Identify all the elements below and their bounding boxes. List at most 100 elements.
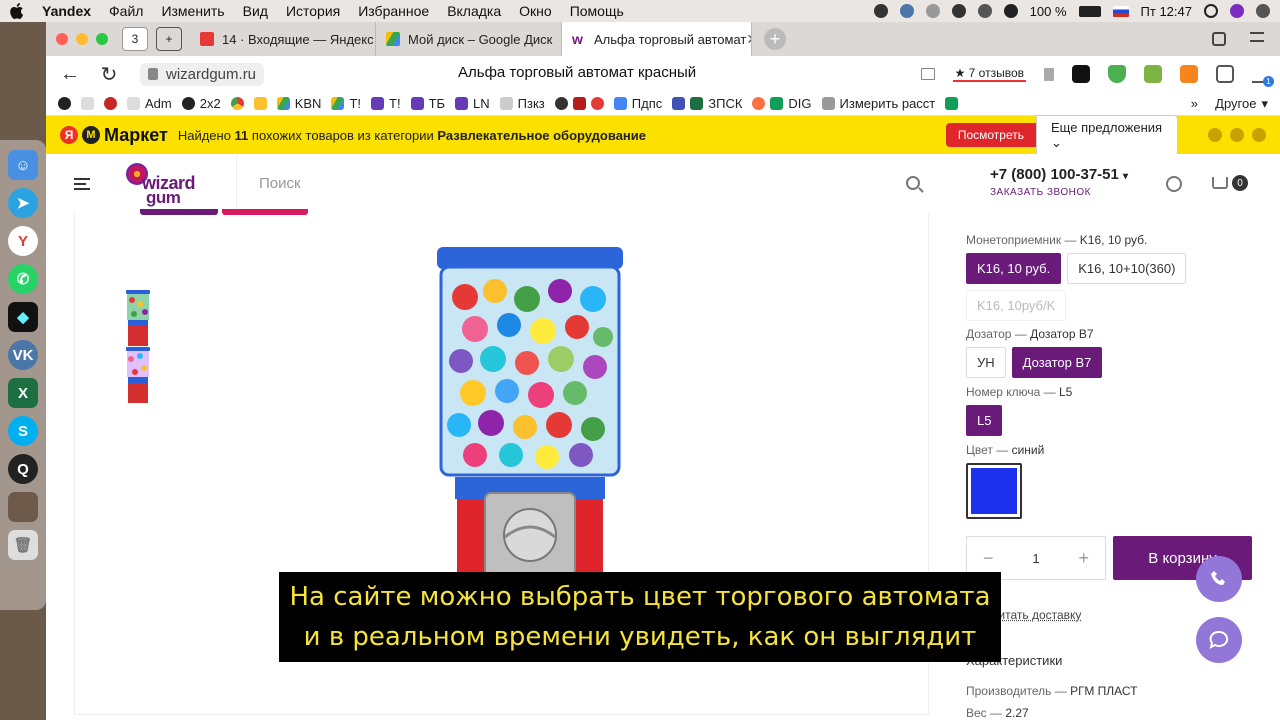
search-input[interactable]: Поиск [236,153,936,214]
filmora-icon[interactable]: ◆ [8,302,38,332]
close-icon[interactable] [1252,128,1266,142]
telegram-status-icon[interactable] [951,4,966,18]
back-button[interactable]: ← [60,63,80,86]
menu-history[interactable]: История [286,3,340,19]
phone-number[interactable]: +7 (800) 100-37-51 [990,166,1119,183]
quicktime-icon[interactable]: Q [8,454,38,484]
excel-icon[interactable]: X [8,378,38,408]
dispenser-option-b7[interactable]: Дозатор B7 [1011,347,1103,378]
bookmark-2x2-a[interactable] [81,97,94,110]
search-icon[interactable] [906,175,920,190]
yandex-browser-icon[interactable]: Y [8,226,38,256]
coin-option-k16-10-10[interactable]: K16, 10+10(360) [1067,253,1187,284]
bookmark-yellow[interactable] [253,97,267,110]
coin-option-k16-10[interactable]: K16, 10 руб. [966,253,1062,284]
bookmark-measure[interactable]: Измерить расст [821,96,935,111]
siri-icon[interactable] [1230,4,1244,18]
vk-icon[interactable]: VK [8,340,38,370]
user-photo-icon[interactable] [8,492,38,522]
call-button[interactable] [1196,556,1242,602]
menu-app-name[interactable]: Yandex [42,3,91,19]
minimize-window-button[interactable] [76,33,88,45]
bookmark-2x2[interactable]: 2x2 [181,96,221,111]
bluetooth-icon[interactable] [977,4,992,18]
menu-view[interactable]: Вид [243,3,268,19]
dispenser-option-un[interactable]: УН [966,347,1006,378]
clock[interactable]: Пт 12:47 [1141,4,1192,19]
phone-block[interactable]: +7 (800) 100-37-51 ▾ ЗАКАЗАТЬ ЗВОНОК [990,166,1128,198]
callback-link[interactable]: ЗАКАЗАТЬ ЗВОНОК [990,187,1128,198]
minus-icon[interactable]: − [983,548,994,569]
market-more-dropdown[interactable]: Еще предложения ⌄ [1036,114,1178,156]
apple-icon[interactable] [10,3,24,19]
adguard-shield-icon[interactable] [1108,65,1126,83]
thumbnail-2[interactable] [125,347,151,403]
new-tab-button[interactable]: + [764,28,786,50]
spotlight-search-icon[interactable] [1204,4,1218,18]
reload-button[interactable]: ↻ [100,62,118,87]
menu-file[interactable]: Файл [109,3,143,19]
trash-icon[interactable]: 🗑 [8,530,38,560]
bookmarks-other[interactable]: » Другое ▾ [1191,96,1268,112]
bookmark-gc[interactable] [58,97,71,110]
extension-game-icon[interactable] [1072,65,1090,83]
close-window-button[interactable] [56,33,68,45]
bookmark-dig[interactable]: DIG [752,96,812,111]
bookmark-misc[interactable] [554,97,604,110]
bookmark-ln[interactable]: LN [455,96,490,111]
hamburger-menu-icon[interactable] [74,177,90,190]
help-icon[interactable] [1208,128,1222,142]
cart-icon[interactable] [1212,177,1228,189]
coin-option-k16-10-k[interactable]: K16, 10руб/K [966,290,1067,321]
bookmark-pzkz[interactable]: Пзкз [499,96,545,111]
yandex-market-logo[interactable]: Я М Маркет [60,125,168,146]
settings-icon[interactable] [1230,128,1244,142]
zoom-window-button[interactable] [96,33,108,45]
reader-mode-icon[interactable] [920,68,935,80]
finder-icon[interactable]: ☺ [8,150,38,180]
bookmark-person[interactable] [104,97,117,110]
cloud-icon[interactable] [925,4,940,18]
vk-status-icon[interactable] [899,4,914,18]
bookmark-pdps[interactable]: Пдпс [613,96,662,111]
whatsapp-icon[interactable]: ✆ [8,264,38,294]
close-tab-icon[interactable]: ✕ [746,31,751,48]
color-swatch-blue[interactable] [966,463,1022,519]
bookmark-kbn[interactable]: KBN [276,96,321,111]
bookmark-adm[interactable]: Adm [127,96,172,111]
menu-tab[interactable]: Вкладка [447,3,501,19]
tab-counter-button[interactable]: 3 [122,27,148,51]
menu-window[interactable]: Окно [519,3,552,19]
tab-wizardgum[interactable]: w Альфа торговый автомат ✕ [562,22,752,56]
battery-icon[interactable] [1078,5,1101,17]
flag-ru-icon[interactable] [1112,5,1129,17]
metamask-fox-icon[interactable] [1180,65,1198,83]
download-arrow-green-icon[interactable] [1144,65,1162,83]
extension-puzzle-icon[interactable] [1216,65,1234,83]
market-look-button[interactable]: Посмотреть [945,123,1036,147]
bookmark-t1[interactable]: T! [331,96,361,111]
telegram-icon[interactable]: ➤ [8,188,38,218]
record-icon[interactable] [873,4,888,18]
bookmark-icon[interactable] [1044,67,1054,81]
url-field[interactable]: wizardgum.ru [140,62,265,86]
menu-edit[interactable]: Изменить [161,3,224,19]
menu-help[interactable]: Помощь [570,3,624,19]
copy-icon[interactable] [1212,32,1226,46]
bookmark-zpsk[interactable]: ЗПСК [672,96,742,111]
reviews-button[interactable]: ★ 7 отзывов [952,66,1026,82]
tab-button-partial-pink[interactable] [222,209,308,215]
downloads-icon[interactable]: 1 [1252,65,1274,87]
key-option-l5[interactable]: L5 [966,405,1003,436]
chat-button[interactable] [1196,617,1242,663]
plus-icon[interactable]: + [1078,548,1089,569]
bookmark-tb[interactable]: ТБ [410,96,445,111]
skype-icon[interactable]: S [8,416,38,446]
wifi-icon[interactable] [1003,4,1018,18]
menu-favorites[interactable]: Избранное [358,3,429,19]
control-center-icon[interactable] [1256,4,1270,18]
thumbnail-1[interactable] [125,290,151,346]
browser-menu-icon[interactable] [1250,32,1264,42]
quantity-value[interactable]: 1 [1032,551,1039,566]
tab-button-partial[interactable] [140,209,218,215]
